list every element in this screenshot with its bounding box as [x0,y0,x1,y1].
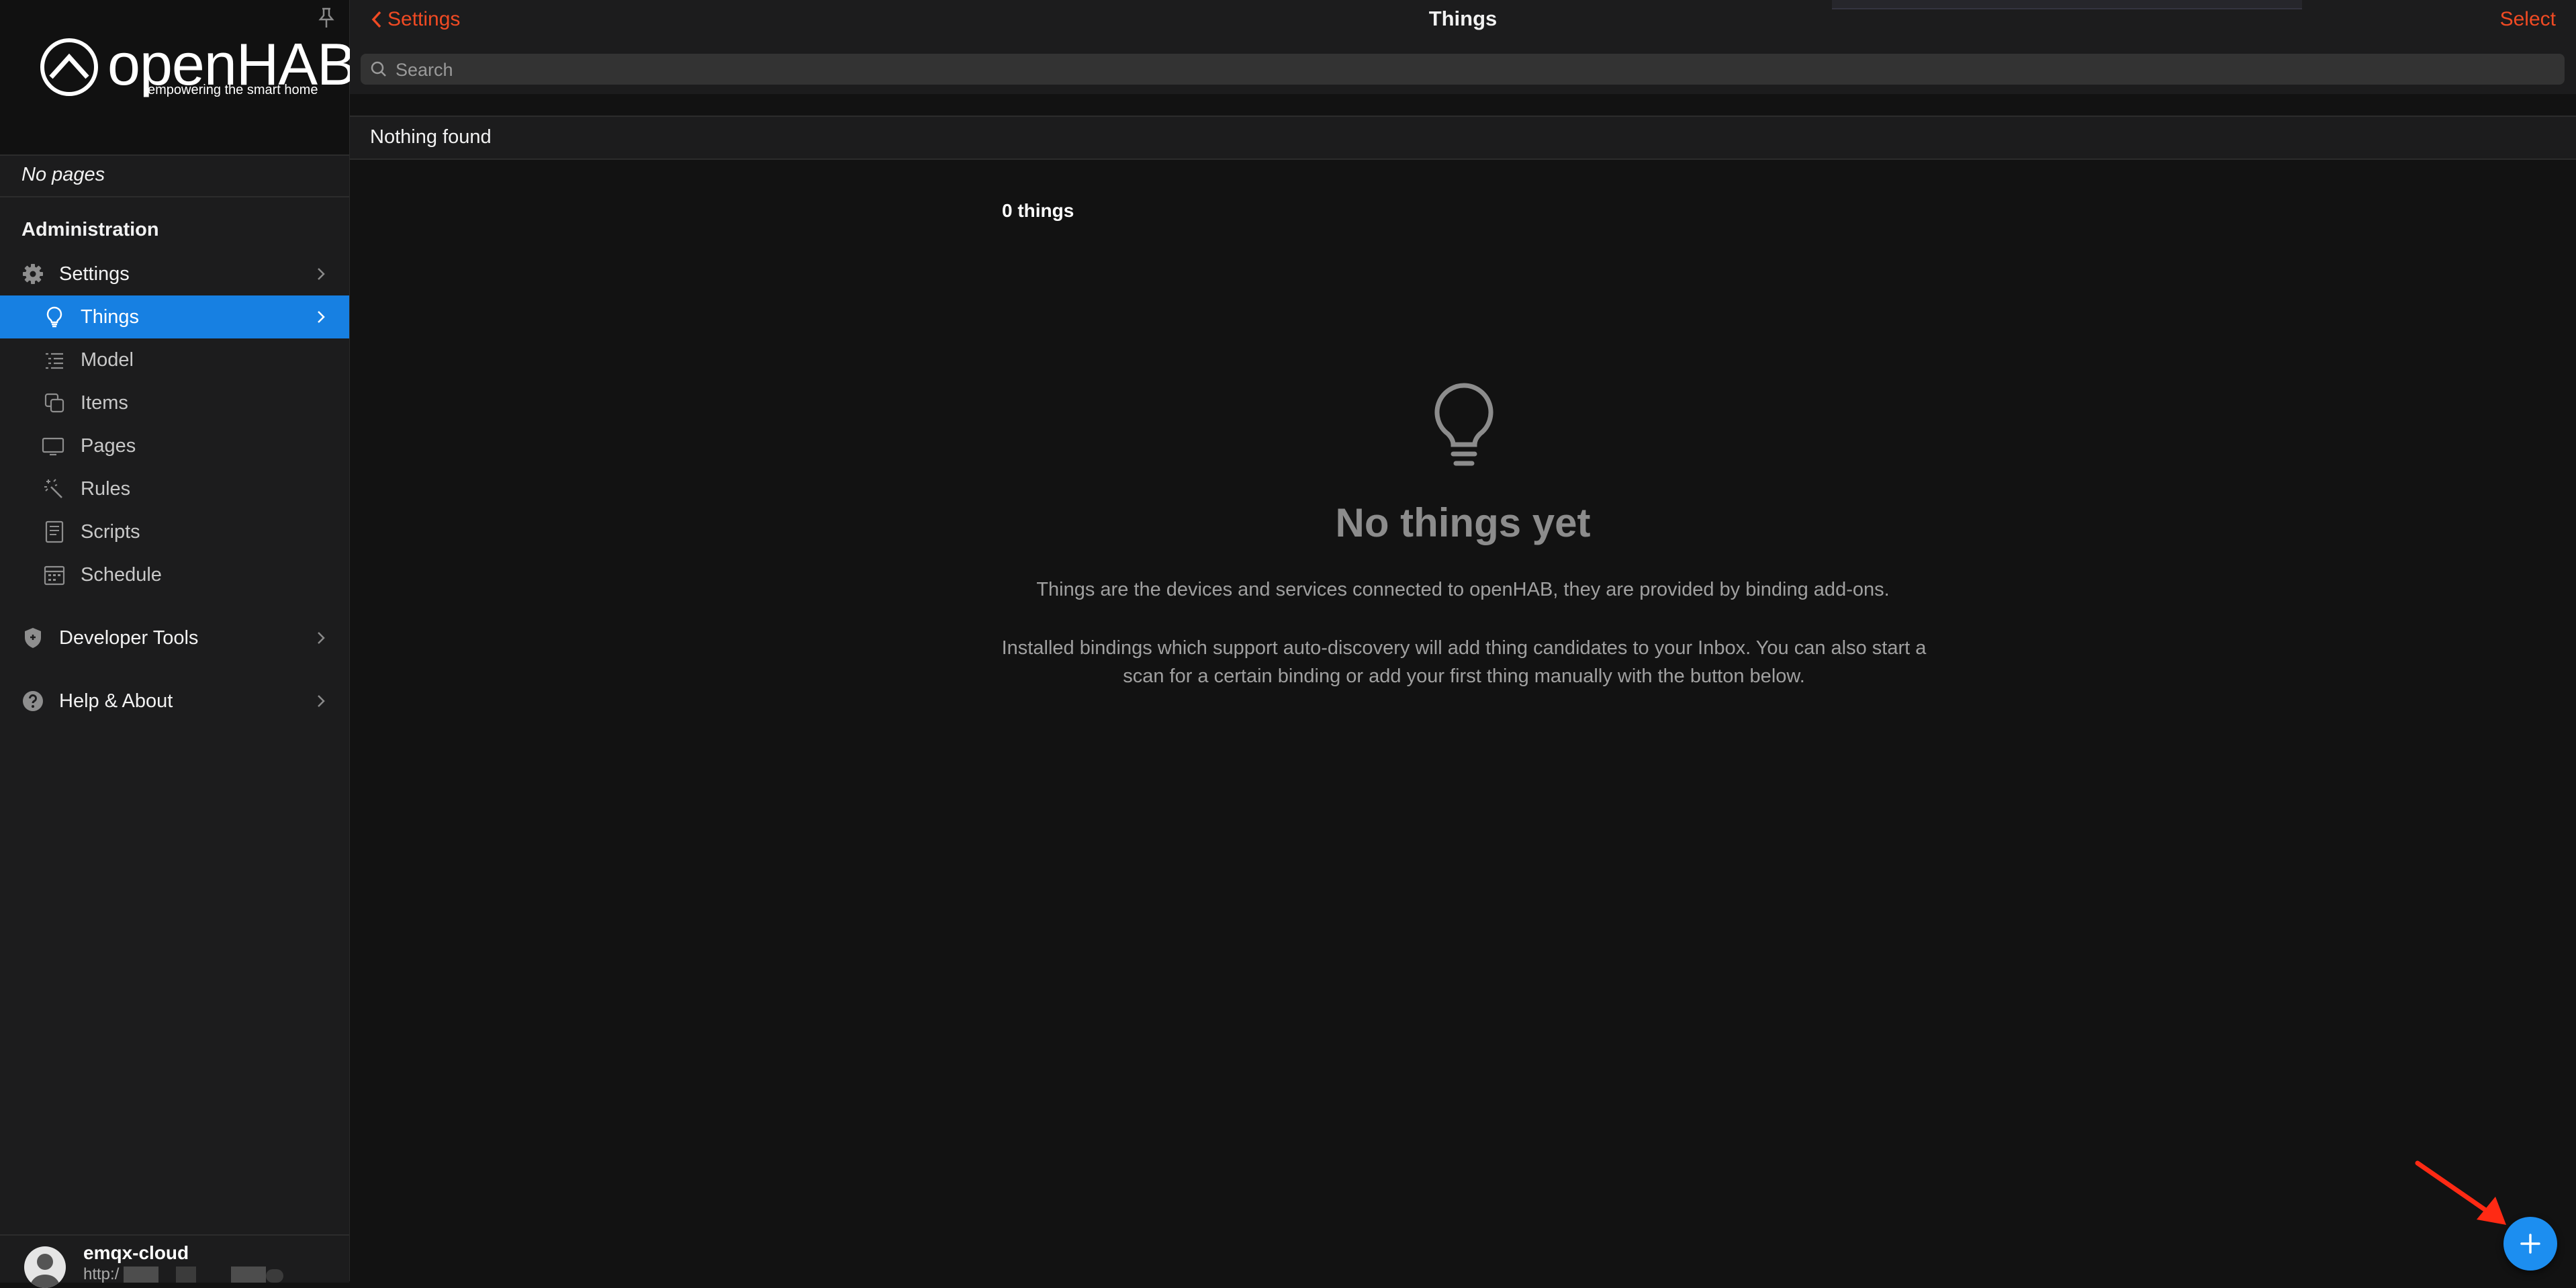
no-pages-text: No pages [21,164,105,185]
gear-icon [23,264,43,284]
page-title: Things [1428,7,1498,30]
annotation-arrow-icon [2415,1160,2506,1225]
search-icon [371,61,386,77]
sidebar-item-label: Items [81,392,128,414]
sidebar-item-label: Model [81,349,134,371]
sidebar-item-label: Rules [81,477,131,500]
user-avatar-icon [30,1254,60,1288]
chevron-right-icon [318,632,325,644]
chevron-right-icon [318,695,325,707]
list-tree-icon [46,353,63,369]
empty-state-title: No things yet [1335,500,1591,545]
search-input[interactable] [394,56,2546,83]
lightbulb-icon [46,306,62,328]
wand-icon [44,479,62,498]
logo-tagline: empowering the smart home [148,83,318,97]
nothing-found-text: Nothing found [370,126,492,148]
empty-state-hint: Installed bindings which support auto-di… [1001,637,1927,687]
sidebar-item-label: Settings [59,263,130,285]
sidebar-item-developer-tools[interactable]: Developer Tools [0,616,349,659]
searchbar [350,48,2576,94]
pin-icon[interactable] [317,7,336,30]
sidebar-item-rules[interactable]: Rules [0,467,349,510]
document-icon [45,520,64,543]
sidebar-item-label: Pages [81,434,136,457]
select-button[interactable]: Select [2500,8,2556,31]
things-count: 0 things [1002,200,1074,221]
question-circle-icon [23,691,43,711]
sidebar-item-items[interactable]: Items [0,381,349,424]
search-box[interactable] [361,54,2565,85]
empty-state-description: Things are the devices and services conn… [1036,579,1890,600]
search-results-bar: Nothing found [350,116,2576,160]
openhab-logo-icon [40,38,98,96]
sidebar-item-pages[interactable]: Pages [0,424,349,467]
lightbulb-icon [1434,383,1493,466]
display-icon [42,437,64,456]
user-name: emqx-cloud [83,1242,189,1263]
logo-area: openHAB empowering the smart home [0,0,357,156]
sidebar-item-label: Schedule [81,563,162,586]
calendar-icon [44,565,65,586]
sidebar-item-settings[interactable]: Settings [0,252,349,295]
redacted-block [176,1267,196,1283]
sidebar: openHAB empowering the smart home No pag… [0,0,357,1288]
add-thing-button[interactable] [2503,1217,2557,1271]
sidebar-item-schedule[interactable]: Schedule [0,553,349,596]
redacted-block [266,1269,283,1283]
sidebar-item-label: Scripts [81,520,140,543]
copy-squares-icon [44,393,64,413]
chevron-right-icon [318,268,325,280]
avatar [24,1246,66,1288]
sidebar-item-model[interactable]: Model [0,338,349,381]
openhab-logo[interactable]: openHAB empowering the smart home [39,31,357,107]
redacted-block [124,1267,158,1283]
redacted-block [231,1267,266,1283]
administration-heading: Administration [21,219,159,240]
sidebar-item-help-about[interactable]: Help & About [0,680,349,723]
plus-icon [2520,1234,2540,1254]
overlay-edge [1832,0,2302,9]
sidebar-item-scripts[interactable]: Scripts [0,510,349,553]
sidebar-item-label: Developer Tools [59,627,199,649]
sidebar-item-things[interactable]: Things [0,295,349,338]
shield-icon [25,628,41,648]
chevron-right-icon [318,311,325,323]
sidebar-divider [0,196,349,197]
sidebar-item-label: Things [81,306,140,328]
sidebar-item-label: Help & About [59,690,173,712]
user-profile[interactable]: emqx-cloud http:/ [0,1234,349,1288]
